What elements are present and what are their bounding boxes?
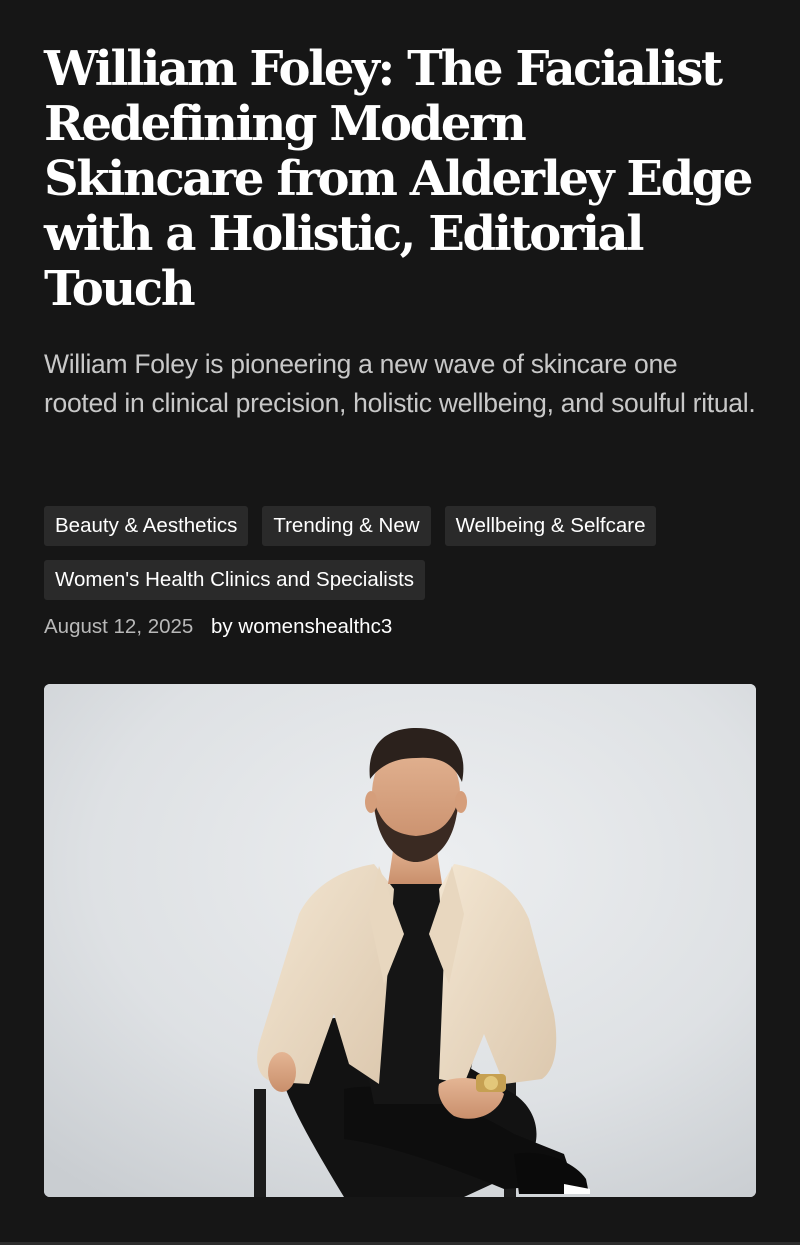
article-title: William Foley: The Facialist Redefining … [44, 41, 753, 317]
publish-date: August 12, 2025 [44, 615, 194, 638]
by-label: by [211, 615, 233, 638]
tag-womens-health-clinics[interactable]: Women's Health Clinics and Specialists [44, 560, 426, 600]
author-link[interactable]: womenshealthc3 [238, 615, 392, 638]
tag-trending-new[interactable]: Trending & New [262, 506, 431, 546]
article-subtitle: William Foley is pioneering a new wave o… [44, 349, 756, 418]
portrait-illustration [44, 684, 756, 1197]
tag-beauty-aesthetics[interactable]: Beauty & Aesthetics [44, 506, 249, 546]
tag-wellbeing-selfcare[interactable]: Wellbeing & Selfcare [444, 506, 657, 546]
hero-photo [44, 684, 756, 1197]
article-meta: August 12, 2025 by womenshealthc3 [44, 612, 392, 642]
category-tags: Beauty & Aesthetics Trending & New Wellb… [44, 506, 756, 600]
